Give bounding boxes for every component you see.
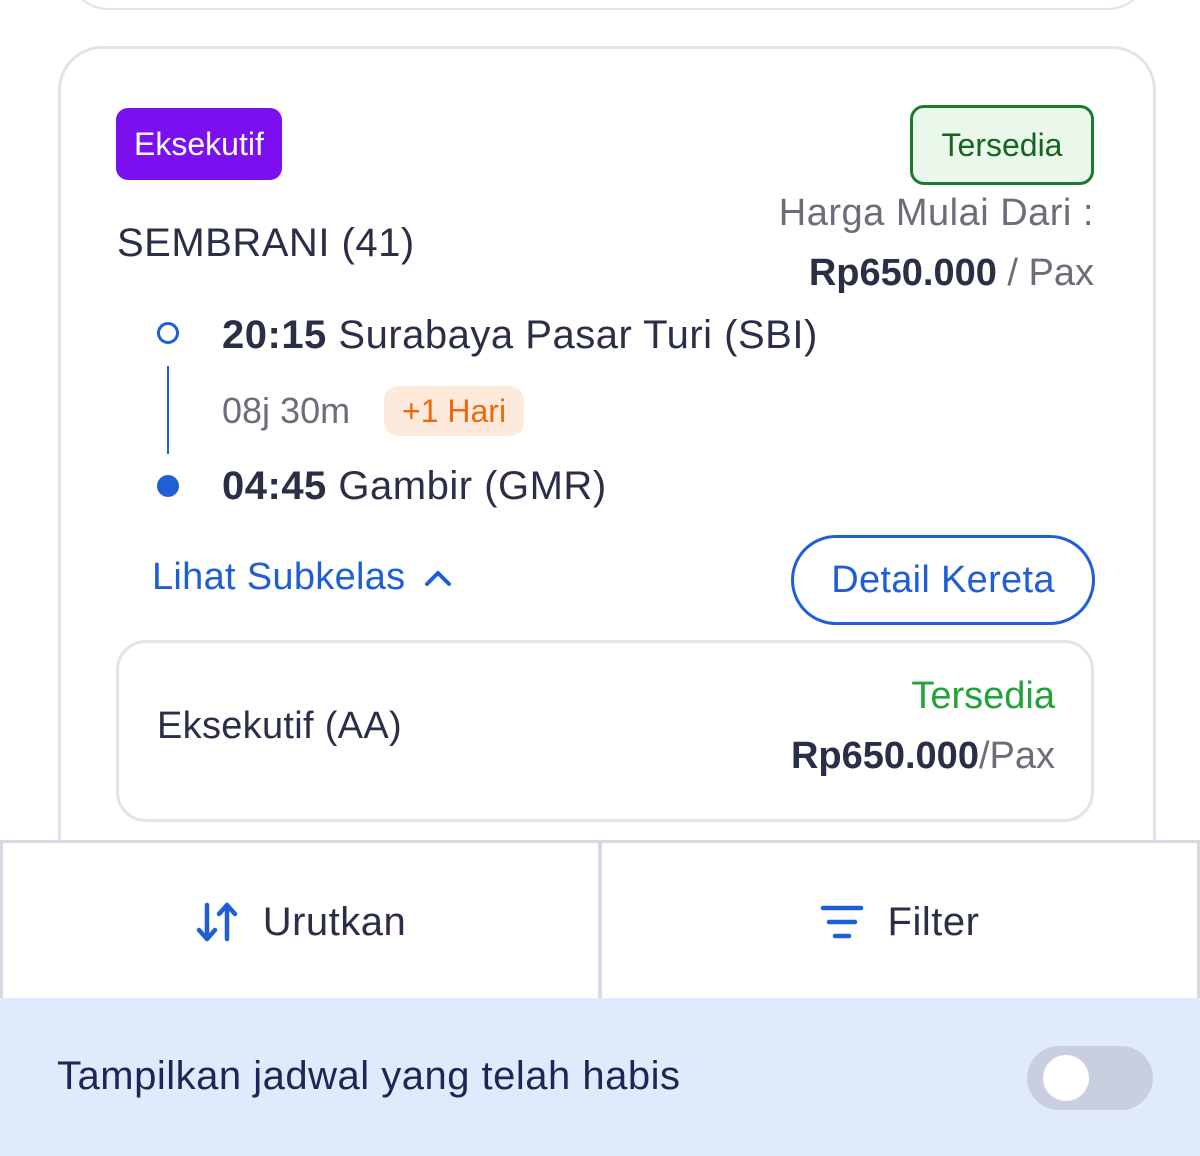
filter-button[interactable]: Filter bbox=[602, 843, 1200, 1001]
subclass-price-unit: /Pax bbox=[978, 735, 1055, 777]
action-bar: Urutkan Filter bbox=[0, 840, 1200, 1004]
trip-duration: 08j 30m bbox=[222, 390, 351, 431]
detail-train-button[interactable]: Detail Kereta bbox=[791, 535, 1095, 625]
filter-label: Filter bbox=[887, 899, 980, 944]
arrival-time: 04:45 bbox=[222, 464, 327, 508]
availability-badge: Tersedia bbox=[910, 105, 1094, 185]
filter-lines-icon bbox=[820, 905, 863, 939]
show-soldout-label: Tampilkan jadwal yang telah habis bbox=[57, 1054, 681, 1098]
departure-time: 20:15 bbox=[222, 313, 327, 357]
show-soldout-switch[interactable] bbox=[1027, 1046, 1153, 1110]
arrival-station: Gambir (GMR) bbox=[326, 464, 607, 508]
train-name: SEMBRANI (41) bbox=[117, 221, 415, 265]
subclass-toggle-link[interactable]: Lihat Subkelas bbox=[152, 556, 453, 599]
previous-train-card[interactable] bbox=[68, 0, 1148, 10]
switch-knob bbox=[1043, 1055, 1089, 1101]
arrival-stop: 04:45 Gambir (GMR) bbox=[222, 464, 607, 509]
subclass-price-amount: Rp650.000 bbox=[790, 735, 979, 777]
sort-label: Urutkan bbox=[262, 899, 407, 944]
price-label: Harga Mulai Dari : bbox=[778, 192, 1094, 234]
subclass-card[interactable]: Eksekutif (AA) Tersedia Rp650.000/Pax bbox=[116, 640, 1094, 822]
arrival-dot-icon bbox=[157, 475, 179, 497]
departure-stop: 20:15 Surabaya Pasar Turi (SBI) bbox=[222, 313, 818, 358]
subclass-price: Rp650.000/Pax bbox=[791, 735, 1055, 778]
departure-dot-icon bbox=[157, 322, 179, 344]
subclass-name: Eksekutif (AA) bbox=[157, 705, 402, 747]
show-soldout-toggle-row: Tampilkan jadwal yang telah habis bbox=[0, 998, 1200, 1156]
price-amount: Rp650.000 bbox=[808, 252, 997, 294]
sort-button[interactable]: Urutkan bbox=[0, 843, 602, 1001]
class-badge: Eksekutif bbox=[116, 108, 282, 180]
subclass-status: Tersedia bbox=[911, 675, 1055, 717]
sort-arrows-icon bbox=[196, 902, 237, 942]
chevron-up-icon bbox=[425, 570, 452, 586]
subclass-toggle-label: Lihat Subkelas bbox=[152, 556, 406, 598]
departure-station: Surabaya Pasar Turi (SBI) bbox=[326, 313, 818, 357]
day-offset-badge: +1 Hari bbox=[384, 386, 525, 436]
timeline-line bbox=[167, 366, 169, 454]
price-unit: / Pax bbox=[996, 252, 1094, 294]
price-value: Rp650.000 / Pax bbox=[809, 252, 1094, 295]
